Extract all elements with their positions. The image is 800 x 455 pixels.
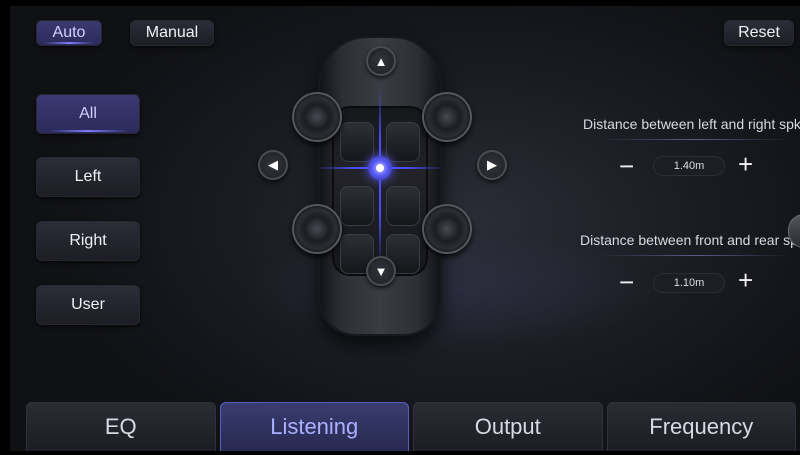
sidebar-item-right[interactable]: Right — [36, 221, 140, 261]
tab-output[interactable]: Output — [413, 402, 603, 452]
left-right-minus-button[interactable]: − — [619, 153, 634, 179]
reset-button[interactable]: Reset — [724, 20, 794, 46]
left-right-plus-button[interactable]: + — [738, 151, 753, 177]
manual-mode-button[interactable]: Manual — [130, 20, 214, 46]
seat — [386, 122, 420, 162]
top-bezel — [0, 0, 800, 6]
tab-eq[interactable]: EQ — [26, 402, 216, 452]
car-diagram — [290, 36, 472, 338]
left-bezel — [0, 0, 10, 455]
front-rear-distance-value: 1.10m — [653, 273, 725, 293]
front-rear-distance-label: Distance between front and rear spk — [580, 232, 800, 248]
listening-screen: Auto Manual Reset All Left Right User ▲ … — [0, 0, 800, 455]
front-rear-plus-button[interactable]: + — [738, 267, 753, 293]
sidebar-item-left[interactable]: Left — [36, 157, 140, 197]
listening-position-handle[interactable] — [368, 156, 392, 180]
front-right-speaker-icon — [422, 92, 472, 142]
seat — [340, 122, 374, 162]
arrow-left-icon[interactable]: ◀ — [258, 150, 288, 180]
bottom-bezel — [0, 451, 800, 455]
arrow-right-icon[interactable]: ▶ — [477, 150, 507, 180]
sidebar-item-all[interactable]: All — [36, 94, 140, 134]
front-left-speaker-icon — [292, 92, 342, 142]
left-right-distance-label: Distance between left and right spk — [583, 116, 800, 132]
auto-mode-button[interactable]: Auto — [36, 20, 102, 46]
divider — [600, 139, 790, 140]
arrow-down-icon[interactable]: ▼ — [366, 256, 396, 286]
seat — [386, 186, 420, 226]
tab-listening[interactable]: Listening — [219, 402, 409, 452]
arrow-up-icon[interactable]: ▲ — [366, 46, 396, 76]
left-right-distance-value: 1.40m — [653, 156, 725, 176]
rear-right-speaker-icon — [422, 204, 472, 254]
seat — [340, 186, 374, 226]
tab-frequency[interactable]: Frequency — [606, 402, 796, 452]
bottom-tab-bar: EQ Listening Output Frequency — [26, 402, 796, 452]
divider — [600, 255, 790, 256]
front-rear-minus-button[interactable]: − — [619, 269, 634, 295]
rear-left-speaker-icon — [292, 204, 342, 254]
sidebar-item-user[interactable]: User — [36, 285, 140, 325]
